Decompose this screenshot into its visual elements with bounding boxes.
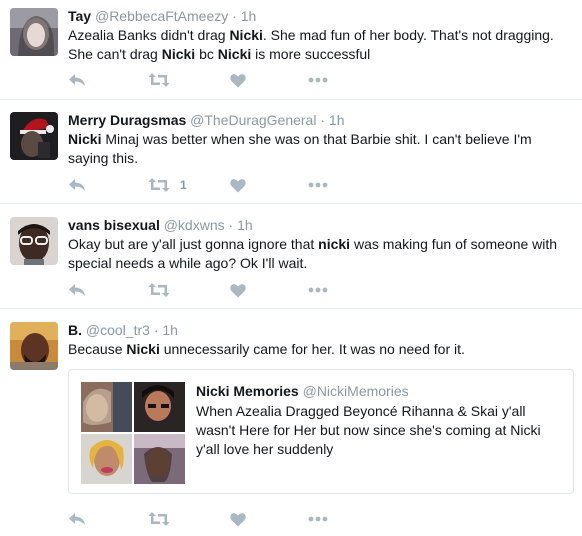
like-button[interactable] [230, 510, 246, 528]
like-button[interactable] [230, 71, 246, 89]
reply-button[interactable] [68, 510, 86, 528]
display-name[interactable]: Merry Duragsmas [68, 112, 186, 128]
display-name[interactable]: B. [68, 322, 82, 338]
display-name[interactable]: Tay [68, 8, 91, 24]
quoted-tweet-header: Nicki Memories @NickiMemories [196, 382, 565, 400]
like-icon [230, 283, 246, 298]
retweet-button[interactable] [148, 281, 170, 299]
more-button[interactable] [308, 281, 328, 299]
tweet-text: Okay but are y'all just gonna ignore tha… [68, 236, 558, 271]
avatar[interactable] [10, 112, 58, 160]
retweet-button[interactable]: 1 [148, 176, 187, 194]
like-icon [230, 178, 246, 193]
separator-dot: · [153, 322, 159, 338]
tweet-text: Azealia Banks didn't drag Nicki. She mad… [68, 27, 554, 62]
timestamp[interactable]: 1h [162, 322, 178, 338]
like-button[interactable] [230, 176, 246, 194]
media-thumbnail[interactable] [81, 382, 132, 432]
avatar[interactable] [10, 8, 58, 56]
tweet-header: Tay @RebbecaFtAmeezy · 1h [68, 7, 570, 25]
timestamp[interactable]: 1h [237, 217, 253, 233]
avatar[interactable] [10, 217, 58, 265]
tweet[interactable]: Merry Duragsmas @TheDuragGeneral · 1h Ni… [0, 100, 582, 204]
quoted-tweet-text: When Azealia Dragged Beyoncé Rihanna & S… [196, 403, 541, 457]
timestamp[interactable]: 1h [329, 112, 345, 128]
more-icon [308, 182, 328, 188]
user-handle[interactable]: @TheDuragGeneral [190, 112, 316, 128]
separator-dot: · [320, 112, 326, 128]
media-thumbnail[interactable] [134, 434, 185, 484]
quoted-display-name: Nicki Memories [196, 383, 299, 399]
more-button[interactable] [308, 176, 328, 194]
tweet-header: vans bisexual @kdxwns · 1h [68, 216, 570, 234]
more-icon [308, 77, 328, 83]
like-button[interactable] [230, 281, 246, 299]
more-icon [308, 287, 328, 293]
tweet-actions [68, 281, 368, 299]
retweet-button[interactable] [148, 510, 170, 528]
user-handle[interactable]: @RebbecaFtAmeezy [95, 8, 228, 24]
like-icon [230, 512, 246, 527]
separator-dot: · [232, 8, 237, 24]
reply-button[interactable] [68, 281, 86, 299]
avatar[interactable] [10, 322, 58, 370]
tweet-text: Because Nicki unnecessarily came for her… [68, 341, 465, 357]
tweet-actions [68, 510, 368, 528]
tweet[interactable]: B. @cool_tr3 · 1h Because Nicki unnecess… [0, 309, 582, 536]
quoted-media-grid[interactable] [81, 382, 185, 484]
reply-button[interactable] [68, 71, 86, 89]
reply-icon [68, 511, 86, 527]
quoted-user-handle: @NickiMemories [302, 383, 409, 399]
timeline: Tay @RebbecaFtAmeezy · 1h Azealia Banks … [0, 0, 582, 536]
retweet-icon [148, 177, 170, 193]
tweet[interactable]: Tay @RebbecaFtAmeezy · 1h Azealia Banks … [0, 0, 582, 100]
separator-dot: · [228, 217, 234, 233]
retweet-icon [148, 72, 170, 88]
like-icon [230, 73, 246, 88]
retweet-icon [148, 511, 170, 527]
retweet-count: 1 [180, 178, 187, 192]
reply-icon [68, 177, 86, 193]
quoted-tweet[interactable]: Nicki Memories @NickiMemories When Azeal… [68, 369, 574, 494]
tweet-header: Merry Duragsmas @TheDuragGeneral · 1h [68, 111, 570, 129]
timestamp[interactable]: 1h [241, 8, 257, 24]
media-thumbnail[interactable] [81, 434, 132, 484]
tweet-text: Nicki Minaj was better when she was on t… [68, 131, 532, 166]
tweet-actions: 1 [68, 176, 368, 194]
reply-icon [68, 72, 86, 88]
tweet-header: B. @cool_tr3 · 1h [68, 321, 570, 339]
reply-button[interactable] [68, 176, 86, 194]
more-button[interactable] [308, 71, 328, 89]
tweet[interactable]: vans bisexual @kdxwns · 1h Okay but are … [0, 204, 582, 309]
user-handle[interactable]: @kdxwns [164, 217, 225, 233]
media-thumbnail[interactable] [134, 382, 185, 432]
user-handle[interactable]: @cool_tr3 [86, 322, 150, 338]
retweet-icon [148, 282, 170, 298]
more-icon [308, 516, 328, 522]
display-name[interactable]: vans bisexual [68, 217, 160, 233]
retweet-button[interactable] [148, 71, 170, 89]
tweet-actions [68, 71, 368, 89]
reply-icon [68, 282, 86, 298]
more-button[interactable] [308, 510, 328, 528]
